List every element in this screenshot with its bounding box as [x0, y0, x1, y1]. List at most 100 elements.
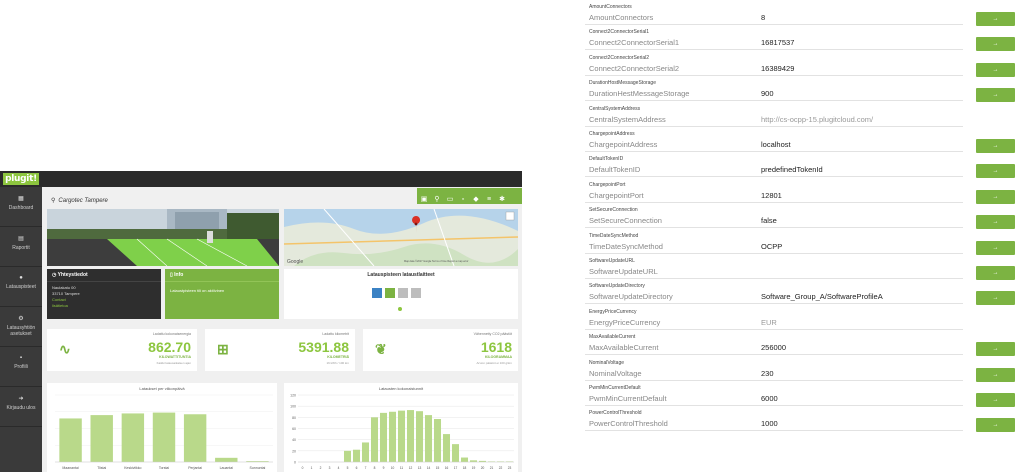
- sidebar-item-logout[interactable]: ➜ Kirjaudu ulos: [0, 387, 42, 427]
- charger-button[interactable]: [372, 288, 382, 298]
- monitor-icon[interactable]: ▭: [444, 192, 456, 208]
- location-icon[interactable]: ⚲: [431, 192, 443, 208]
- apply-button[interactable]: →: [976, 139, 1015, 153]
- apply-button[interactable]: →: [976, 189, 1015, 204]
- apply-button[interactable]: →: [976, 367, 1015, 382]
- screenshot-root: plugit! ▦ Dashboard ▤ Raportit ● Latausp…: [0, 0, 1024, 472]
- x-tick-label: 10: [391, 466, 395, 470]
- bar: [442, 434, 451, 462]
- config-value-input[interactable]: 256000: [761, 343, 786, 352]
- pager-dot[interactable]: [398, 307, 402, 311]
- config-row: ChargepointPort ChargepointPort 12801 →: [585, 178, 1024, 204]
- y-tick-label: 0: [294, 461, 296, 465]
- x-tick-label: 4: [338, 466, 340, 470]
- sidebar-item-reports[interactable]: ▤ Raportit: [0, 227, 42, 267]
- plugit-logo[interactable]: plugit!: [3, 173, 39, 185]
- stat-value: 862.70: [148, 339, 191, 355]
- hourly-chart: Latausten kokonaistunnit 0 20 40 60 80 100 120…: [284, 383, 518, 472]
- apply-button[interactable]: →: [976, 291, 1015, 306]
- apply-button[interactable]: →: [976, 62, 1015, 77]
- pulse-icon: ∿: [59, 341, 71, 357]
- profile-icon: ▪: [19, 355, 23, 361]
- x-tick-label: 17: [454, 466, 458, 470]
- tag-icon[interactable]: ◆: [470, 192, 482, 208]
- bar: [406, 410, 415, 462]
- config-row: CentralSystemAddress CentralSystemAddress…: [585, 102, 1024, 127]
- config-value-input[interactable]: false: [761, 216, 777, 225]
- config-value-input[interactable]: 16817537: [761, 38, 794, 47]
- device-icon[interactable]: ▫: [457, 192, 469, 208]
- sidebar-item-profile[interactable]: ▪ Profiili: [0, 347, 42, 387]
- config-value-input[interactable]: predefinedTokenId: [761, 165, 823, 174]
- chargers-title: Latauspisteen lataustlaitteet: [367, 272, 435, 278]
- config-key-label: MaxAvailableCurrent: [589, 334, 636, 341]
- config-key-label: DurationHostMessageStorage: [589, 80, 656, 87]
- config-value-input[interactable]: 900: [761, 89, 774, 98]
- apply-button[interactable]: →: [976, 393, 1015, 407]
- config-row: DefaultTokenID DefaultTokenID predefinedTo…: [585, 152, 1024, 179]
- apply-button[interactable]: →: [976, 418, 1015, 433]
- bar: [343, 450, 352, 462]
- config-value-input[interactable]: http://cs-ocpp-15.plugitcloud.com/: [761, 115, 873, 124]
- location-photo: [47, 209, 279, 266]
- bar: [352, 449, 361, 462]
- dashboard-icon: ▦: [18, 196, 24, 202]
- x-tick-label: Lauantai: [220, 466, 234, 470]
- config-value-input[interactable]: Software_Group_A/SoftwareProfileA: [761, 292, 883, 301]
- charger-button[interactable]: [385, 288, 395, 298]
- list-icon[interactable]: ≡: [483, 192, 495, 208]
- config-value-input[interactable]: 8: [761, 13, 765, 22]
- config-value-input[interactable]: 12801: [761, 191, 782, 200]
- x-tick-label: Perjantai: [188, 466, 202, 470]
- config-key-label: SetSecureConnection: [589, 207, 638, 214]
- toolbar: ▣ ⚲ ▭ ▫ ◆ ≡ ✱: [417, 188, 522, 204]
- config-key-label: Connect2ConnectorSerial2: [589, 54, 650, 61]
- config-key-name: PwmMinCurrentDefault: [589, 394, 667, 403]
- dashboard-main: ⚲ Cargotec Tampere ▣ ⚲ ▭ ▫ ◆ ≡ ✱ Google …: [43, 187, 522, 472]
- apply-button[interactable]: →: [976, 266, 1015, 280]
- row-divider: [585, 430, 963, 432]
- config-value-input[interactable]: EUR: [761, 318, 777, 327]
- config-value-input[interactable]: 16389429: [761, 64, 794, 73]
- x-tick-label: 3: [329, 466, 331, 470]
- apply-button[interactable]: →: [976, 12, 1015, 26]
- gear-icon[interactable]: ✱: [496, 192, 508, 208]
- config-value-input[interactable]: 6000: [761, 394, 778, 403]
- apply-button[interactable]: →: [976, 215, 1015, 230]
- apply-button[interactable]: →: [976, 342, 1015, 357]
- sidebar-item-label: Latauspisteet: [6, 284, 36, 290]
- config-key-name: PowerControlThreshold: [589, 419, 668, 429]
- sidebar-item-label: Latausyhtiön asetukset: [6, 325, 36, 337]
- config-key-name: SoftwareUpdateURL: [589, 267, 658, 276]
- charger-card-icon[interactable]: ▣: [418, 192, 430, 208]
- config-key-label: EnergyPriceCurrency: [589, 308, 637, 315]
- config-key-label: SoftwareUpdateURL: [589, 258, 635, 264]
- apply-button[interactable]: →: [976, 88, 1015, 103]
- bar: [90, 415, 113, 462]
- x-tick-label: 7: [365, 466, 367, 470]
- config-value-input[interactable]: 230: [761, 369, 774, 378]
- charger-button[interactable]: [398, 288, 408, 298]
- config-key-label: AmountConnectors: [589, 4, 632, 10]
- config-value-input[interactable]: 1000: [761, 419, 778, 428]
- sidebar-item-chargers[interactable]: ● Latauspisteet: [0, 267, 42, 307]
- stat-kilometers: ⊞ Ladattu kilometrit 5391.88 KILOMETRIÄ …: [205, 329, 355, 371]
- config-value-input[interactable]: OCPP: [761, 242, 782, 251]
- info-link[interactable]: lisätietoa: [52, 303, 156, 309]
- apply-button[interactable]: →: [976, 37, 1015, 52]
- config-row: MaxAvailableCurrent MaxAvailableCurrent 25…: [585, 330, 1024, 357]
- charger-button[interactable]: [411, 288, 421, 298]
- page-title: ⚲ Cargotec Tampere: [51, 198, 108, 204]
- sidebar-item-company-settings[interactable]: ⚙ Latausyhtiön asetukset: [0, 307, 42, 347]
- apply-button[interactable]: →: [976, 240, 1015, 255]
- sidebar-item-dashboard[interactable]: ▦ Dashboard: [0, 187, 42, 227]
- y-tick-label: 40: [292, 438, 296, 442]
- config-key-name: NominalVoltage: [589, 368, 642, 378]
- apply-button[interactable]: →: [976, 164, 1015, 179]
- bar: [388, 411, 397, 462]
- bar: [215, 457, 238, 462]
- x-tick-label: Maanantai: [62, 466, 79, 470]
- location-map[interactable]: Google Map data ©2017 Google Terms of Us…: [284, 209, 518, 266]
- config-value-input[interactable]: localhost: [761, 140, 791, 149]
- bar: [433, 419, 442, 462]
